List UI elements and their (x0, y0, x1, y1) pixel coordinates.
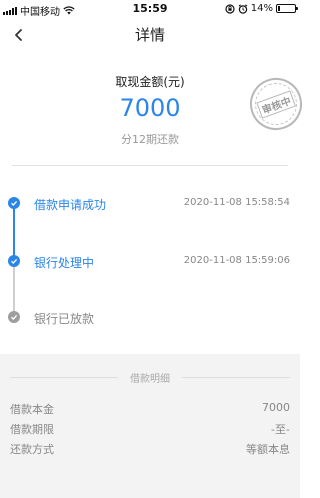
timeline-step-time: 2020-11-08 15:58:54 (183, 197, 290, 208)
nav-bar: 详情 (0, 18, 300, 52)
detail-row-repayment-method: 还款方式 等额本息 (10, 441, 290, 457)
timeline-step-processing: 银行处理中 2020-11-08 15:59:06 (0, 251, 300, 271)
detail-value: 等额本息 (246, 443, 290, 456)
page-title: 详情 (134, 26, 165, 44)
detail-row-term: 借款期限 -至- (10, 421, 290, 437)
loan-detail-header: 借款明细 (0, 370, 300, 385)
progress-timeline: 借款申请成功 2020-11-08 15:58:54 银行处理中 2020-11… (0, 190, 300, 340)
detail-key: 还款方式 (10, 443, 54, 456)
section-divider (12, 165, 288, 166)
check-circle-icon (8, 311, 20, 323)
loan-detail-section: 借款明细 借款本金 7000 借款期限 -至- 还款方式 等额本息 (0, 354, 300, 498)
battery-fill (278, 6, 281, 11)
timeline-step-disbursed: 银行已放款 (0, 307, 300, 327)
timeline-step-time: 2020-11-08 15:59:06 (183, 255, 290, 266)
battery-percent: 14% (250, 3, 273, 14)
detail-key: 借款本金 (10, 403, 54, 416)
timeline-step-label: 借款申请成功 (34, 198, 107, 212)
status-bar: 中国移动 15:59 14% (0, 0, 300, 18)
timeline-step-applied: 借款申请成功 2020-11-08 15:58:54 (0, 193, 300, 213)
detail-key: 借款期限 (10, 423, 54, 436)
timeline-step-label: 银行已放款 (34, 312, 95, 326)
battery-icon (276, 4, 298, 13)
repayment-term: 分12期还款 (121, 133, 179, 146)
status-bar-right: 14% (225, 3, 298, 14)
alarm-icon (238, 3, 248, 14)
detail-value: 7000 (262, 401, 290, 414)
stamp-text: 审核中 (256, 89, 296, 119)
timeline-step-label: 银行处理中 (34, 256, 95, 270)
lock-rotation-icon (225, 3, 235, 14)
header-line (182, 377, 290, 378)
check-circle-icon (8, 255, 20, 267)
detail-row-principal: 借款本金 7000 (10, 401, 290, 417)
check-circle-icon (8, 197, 20, 209)
detail-value: -至- (271, 423, 290, 436)
